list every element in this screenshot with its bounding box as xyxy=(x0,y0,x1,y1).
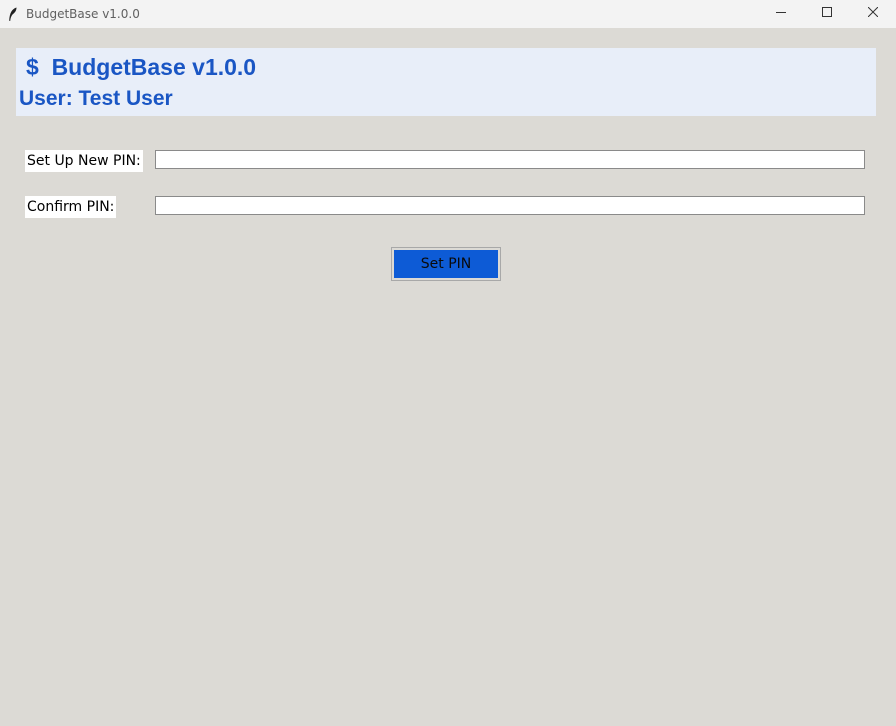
maximize-icon[interactable] xyxy=(804,0,850,24)
close-icon[interactable] xyxy=(850,0,896,24)
title-bar: BudgetBase v1.0.0 xyxy=(0,0,896,28)
user-label: User: Test User xyxy=(19,87,173,110)
app-window: BudgetBase v1.0.0 $ BudgetBase v1.0.0 Us… xyxy=(0,0,896,726)
app-title: $ BudgetBase v1.0.0 xyxy=(26,54,257,80)
new-pin-input[interactable] xyxy=(155,150,865,169)
set-pin-button[interactable]: Set PIN xyxy=(394,250,498,278)
confirm-pin-label: Confirm PIN: xyxy=(25,196,117,218)
set-pin-button-frame: Set PIN xyxy=(391,247,501,281)
window-title: BudgetBase v1.0.0 xyxy=(26,7,140,21)
app-header: $ BudgetBase v1.0.0 User: Test User xyxy=(16,48,876,116)
new-pin-label: Set Up New PIN: xyxy=(25,150,143,172)
window-controls xyxy=(758,0,896,24)
confirm-pin-input[interactable] xyxy=(155,196,865,215)
feather-icon xyxy=(6,6,20,22)
minimize-icon[interactable] xyxy=(758,0,804,24)
